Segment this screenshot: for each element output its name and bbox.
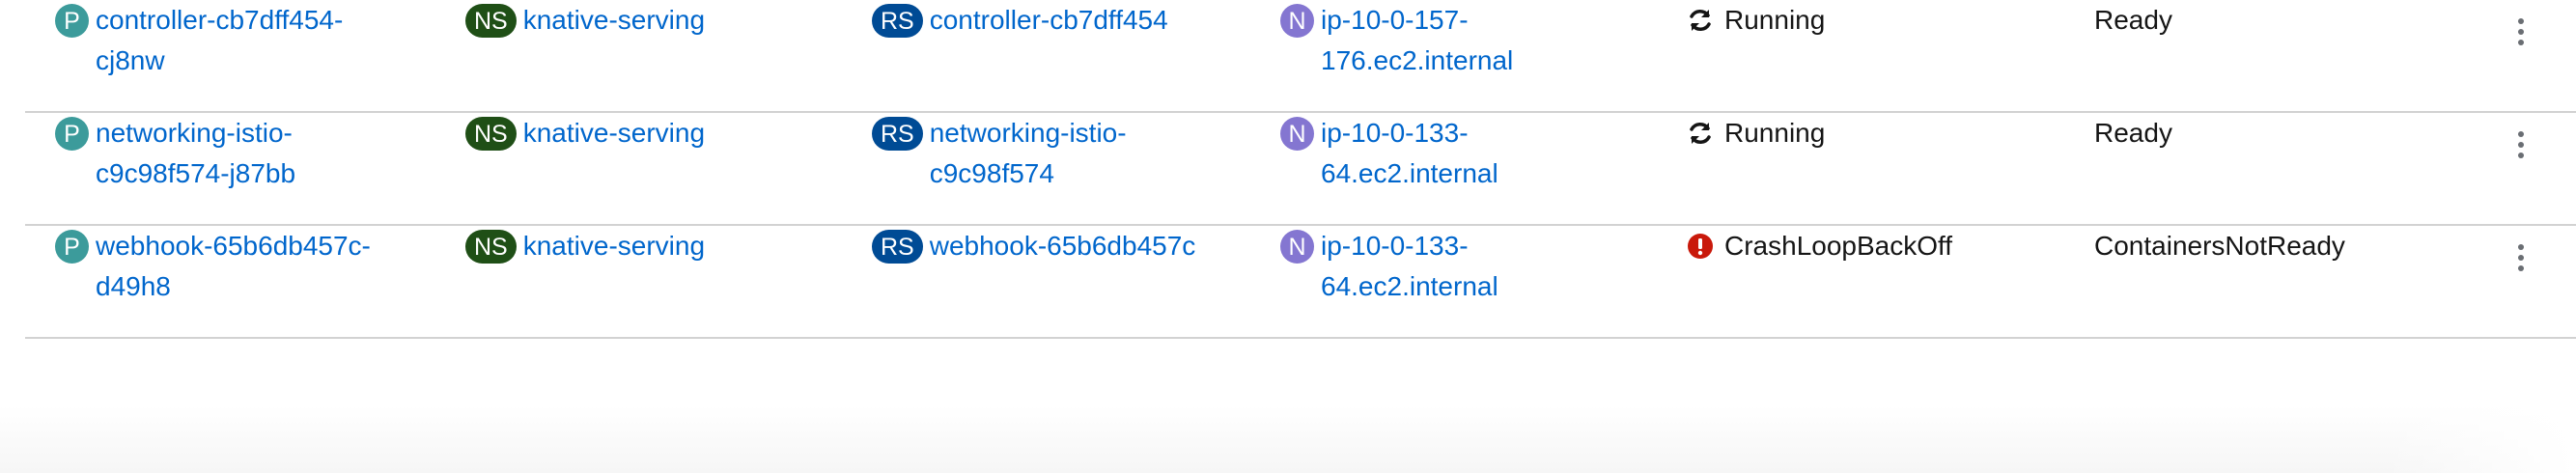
replicaset-link[interactable]: controller-cb7dff454 xyxy=(930,0,1168,41)
error-circle-icon xyxy=(1686,232,1715,261)
pod-cell: P networking-istio- c9c98f574-j87bb xyxy=(55,113,422,194)
readiness-text: Ready xyxy=(2094,5,2172,35)
pod-cell: P webhook-65b6db457c- d49h8 xyxy=(55,226,422,307)
readiness-cell: Ready xyxy=(2094,113,2558,153)
readiness-text: Ready xyxy=(2094,118,2172,148)
status-cell: Running xyxy=(1686,0,2111,41)
namespace-cell: NS knative-serving xyxy=(465,0,832,41)
replicaset-badge: RS xyxy=(872,117,923,151)
replicaset-cell: RS networking-istio- c9c98f574 xyxy=(872,113,1258,194)
table-row: P webhook-65b6db457c- d49h8 NS knative-s… xyxy=(25,226,2576,339)
node-link[interactable]: ip-10-0-133- 64.ec2.internal xyxy=(1321,113,1498,194)
replicaset-cell: RS webhook-65b6db457c xyxy=(872,226,1258,266)
kebab-cell xyxy=(2506,0,2535,52)
footer-shadow xyxy=(0,405,2576,473)
replicaset-badge: RS xyxy=(872,230,923,264)
node-badge: N xyxy=(1280,4,1314,38)
replicaset-badge: RS xyxy=(872,4,923,38)
readiness-text: ContainersNotReady xyxy=(2094,231,2345,261)
pod-badge: P xyxy=(55,4,89,38)
namespace-link[interactable]: knative-serving xyxy=(523,0,705,41)
sync-icon xyxy=(1686,6,1715,35)
replicaset-link[interactable]: networking-istio- c9c98f574 xyxy=(930,113,1127,194)
node-link[interactable]: ip-10-0-133- 64.ec2.internal xyxy=(1321,226,1498,307)
pod-link[interactable]: networking-istio- c9c98f574-j87bb xyxy=(96,113,295,194)
replicaset-cell: RS controller-cb7dff454 xyxy=(872,0,1258,41)
status-text: Running xyxy=(1724,5,1826,35)
node-link[interactable]: ip-10-0-157- 176.ec2.internal xyxy=(1321,0,1513,81)
pod-link[interactable]: webhook-65b6db457c- d49h8 xyxy=(96,226,371,307)
pods-table: P controller-cb7dff454- cj8nw NS knative… xyxy=(25,0,2576,339)
status-cell: Running xyxy=(1686,113,2111,153)
node-cell: N ip-10-0-133- 64.ec2.internal xyxy=(1280,113,1666,194)
status-cell: CrashLoopBackOff xyxy=(1686,226,2111,266)
kebab-cell xyxy=(2506,113,2535,165)
namespace-cell: NS knative-serving xyxy=(465,113,832,153)
table-row: P controller-cb7dff454- cj8nw NS knative… xyxy=(25,0,2576,113)
namespace-badge: NS xyxy=(465,4,517,38)
kebab-menu-icon[interactable] xyxy=(2506,12,2535,52)
namespace-cell: NS knative-serving xyxy=(465,226,832,266)
pod-link[interactable]: controller-cb7dff454- cj8nw xyxy=(96,0,343,81)
node-badge: N xyxy=(1280,230,1314,264)
namespace-badge: NS xyxy=(465,230,517,264)
table-row: P networking-istio- c9c98f574-j87bb NS k… xyxy=(25,113,2576,226)
node-cell: N ip-10-0-157- 176.ec2.internal xyxy=(1280,0,1666,81)
namespace-link[interactable]: knative-serving xyxy=(523,226,705,266)
kebab-cell xyxy=(2506,226,2535,278)
node-badge: N xyxy=(1280,117,1314,151)
status-text: CrashLoopBackOff xyxy=(1724,231,1953,261)
pod-cell: P controller-cb7dff454- cj8nw xyxy=(55,0,422,81)
replicaset-link[interactable]: webhook-65b6db457c xyxy=(930,226,1196,266)
readiness-cell: Ready xyxy=(2094,0,2558,41)
pod-badge: P xyxy=(55,230,89,264)
namespace-badge: NS xyxy=(465,117,517,151)
sync-icon xyxy=(1686,119,1715,148)
status-text: Running xyxy=(1724,118,1826,148)
kebab-menu-icon[interactable] xyxy=(2506,125,2535,165)
node-cell: N ip-10-0-133- 64.ec2.internal xyxy=(1280,226,1666,307)
pod-badge: P xyxy=(55,117,89,151)
kebab-menu-icon[interactable] xyxy=(2506,237,2535,278)
readiness-cell: ContainersNotReady xyxy=(2094,226,2558,266)
namespace-link[interactable]: knative-serving xyxy=(523,113,705,153)
